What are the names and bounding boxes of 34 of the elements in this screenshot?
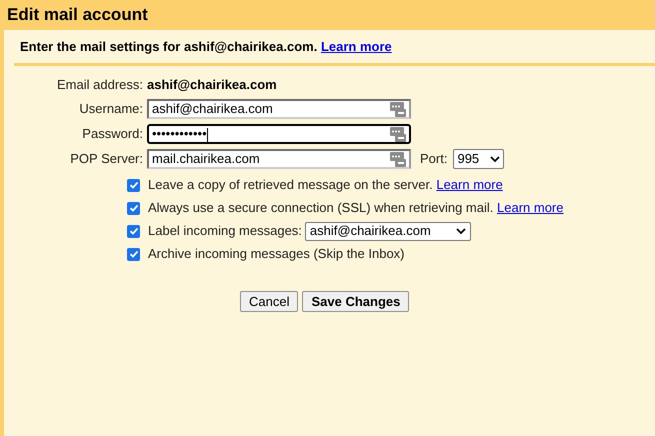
option-label: Always use a secure connection (SSL) when retrieving mail. Learn more (148, 199, 564, 218)
option-label: Label incoming messages: (148, 222, 302, 240)
caret-icon (456, 228, 466, 234)
field-label: Password: (81, 125, 143, 144)
caret-icon (490, 156, 500, 162)
dialog-title: Edit mail account (7, 4, 148, 26)
save-button[interactable]: Save Changes (302, 291, 410, 312)
checkbox[interactable] (127, 224, 140, 238)
field-label: Email address: (56, 76, 143, 94)
cancel-button[interactable]: Cancel (240, 291, 298, 312)
option-label: Leave a copy of retrieved message on the server. Learn more (148, 176, 503, 194)
field-label: POP Server: (69, 150, 143, 168)
learn-more-link[interactable]: Learn more (497, 200, 564, 216)
field-label: Username: (78, 100, 143, 118)
password-manager-icon[interactable] (390, 126, 406, 142)
field-value: •••••••••••• (152, 125, 209, 144)
checkbox[interactable] (127, 178, 140, 192)
input-field[interactable]: •••••••••••• (147, 124, 411, 144)
intro-text: Enter the mail settings for ashif@chairikea.com. Learn more (20, 39, 392, 54)
input-field[interactable]: ashif@chairikea.com (147, 99, 411, 119)
port-select[interactable]: 995 (453, 149, 504, 169)
password-manager-icon[interactable] (390, 151, 406, 167)
checkbox[interactable] (127, 202, 140, 214)
password-manager-icon[interactable] (390, 101, 406, 117)
label-select[interactable]: ashif@chairikea.com (304, 222, 471, 240)
port-label: Port: (420, 150, 448, 168)
learn-more-link[interactable]: Learn more (320, 39, 392, 54)
email-address: ashif@chairikea.com (147, 76, 278, 94)
learn-more-link[interactable]: Learn more (436, 177, 503, 192)
input-field[interactable]: mail.chairikea.com (147, 149, 411, 169)
field-value: ashif@chairikea.com (152, 100, 274, 118)
checkbox[interactable] (127, 248, 140, 260)
field-value: mail.chairikea.com (152, 150, 261, 168)
option-label: Archive incoming messages (Skip the Inbox) (148, 245, 405, 264)
